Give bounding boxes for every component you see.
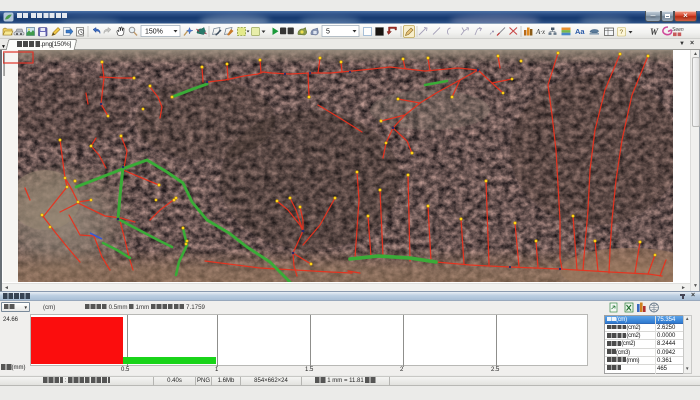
svg-text:Aa: Aa [575,27,585,36]
svg-text:?: ? [620,29,624,36]
svg-text:150%: 150% [145,29,163,36]
svg-text:5: 5 [326,29,330,36]
svg-text:W: W [650,27,659,37]
svg-text:Seen: Seen [672,27,684,33]
svg-text:A·x: A·x [535,28,546,36]
